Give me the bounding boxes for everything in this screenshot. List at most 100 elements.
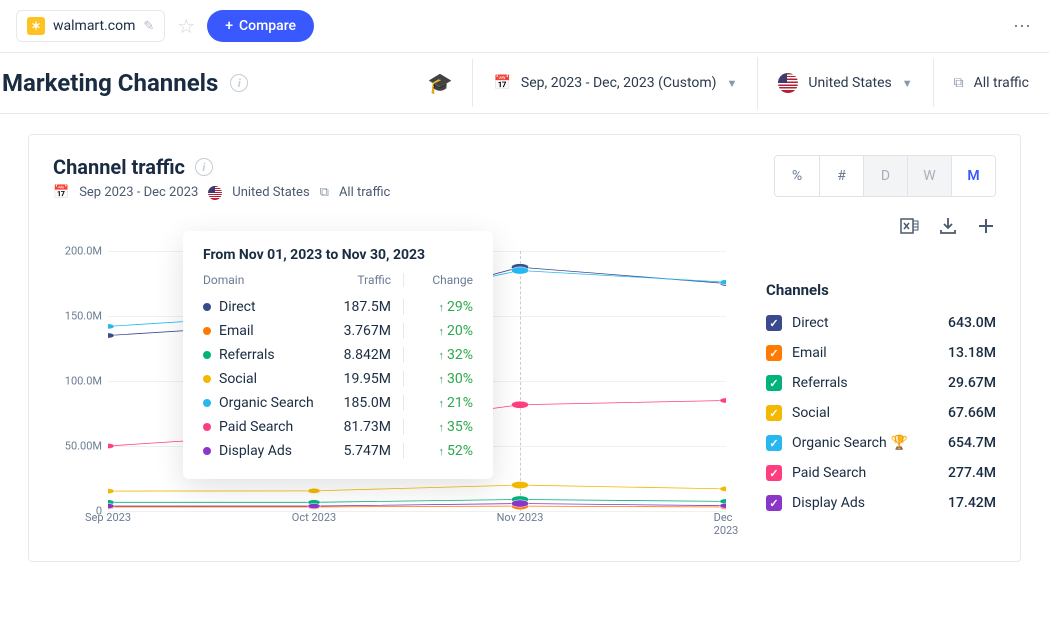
tooltip-change-value: ↑30% (403, 371, 473, 387)
y-tick-label: 100.0M (65, 375, 102, 388)
tooltip-traffic-value: 187.5M (321, 299, 391, 315)
checkbox-icon[interactable]: ✓ (766, 345, 782, 361)
tooltip-traffic-value: 185.0M (321, 395, 391, 411)
chevron-down-icon: ▼ (902, 77, 913, 90)
legend-value: 13.18M (948, 345, 996, 361)
page-title-text: Marketing Channels (2, 69, 218, 97)
legend-label: Email (792, 345, 827, 361)
more-icon[interactable]: ⋯ (1013, 16, 1033, 37)
tooltip-row: Direct 187.5M ↑29% (203, 295, 473, 319)
tooltip-change-value: ↑35% (403, 419, 473, 435)
us-flag-icon (208, 186, 222, 200)
y-tick-label: 50.00M (65, 440, 102, 453)
plus-icon[interactable] (976, 216, 996, 241)
series-dot-icon (203, 303, 211, 311)
tooltip-row: Display Ads 5.747M ↑52% (203, 439, 473, 463)
tooltip-row: Email 3.767M ↑20% (203, 319, 473, 343)
checkbox-icon[interactable]: ✓ (766, 435, 782, 451)
compare-button[interactable]: + Compare (207, 10, 314, 42)
legend: Channels ✓ Direct 643.0M ✓ Email 13.18M … (766, 251, 996, 541)
series-dot-icon (203, 447, 211, 455)
arrow-up-icon: ↑ (439, 349, 445, 362)
checkbox-icon[interactable]: ✓ (766, 405, 782, 421)
tooltip-traffic-value: 5.747M (321, 443, 391, 459)
series-dot-icon (203, 327, 211, 335)
legend-value: 277.4M (948, 465, 996, 481)
tooltip-row: Referrals 8.842M ↑32% (203, 343, 473, 367)
checkbox-icon[interactable]: ✓ (766, 315, 782, 331)
legend-label: Organic Search (792, 435, 887, 451)
arrow-up-icon: ↑ (439, 397, 445, 410)
info-icon[interactable]: i (230, 74, 248, 92)
toggle-day[interactable]: D (863, 156, 907, 196)
compare-label: Compare (239, 18, 296, 34)
sub-date: Sep 2023 - Dec 2023 (79, 185, 198, 200)
devices-icon: ⧉ (320, 185, 329, 200)
devices-icon: ⧉ (954, 75, 964, 91)
traffic-filter[interactable]: ⧉ All traffic (933, 59, 1049, 107)
toggle-number[interactable]: # (819, 156, 863, 196)
info-icon[interactable]: i (195, 158, 213, 176)
chart-tooltip: From Nov 01, 2023 to Nov 30, 2023 Domain… (183, 231, 493, 479)
country-filter[interactable]: United States ▼ (757, 57, 932, 109)
header-row: Marketing Channels i 🎓 📅 Sep, 2023 - Dec… (0, 52, 1049, 114)
checkbox-icon[interactable]: ✓ (766, 495, 782, 511)
tooltip-col-domain: Domain (203, 273, 321, 287)
tooltip-change-value: ↑32% (403, 347, 473, 363)
legend-item[interactable]: ✓ Email 13.18M (766, 345, 996, 361)
excel-icon[interactable] (900, 216, 920, 241)
line-chart[interactable]: 050.00M100.0M150.0M200.0M Sep 2023Oct 20… (53, 251, 726, 541)
country-text: United States (808, 75, 891, 91)
legend-item[interactable]: ✓ Paid Search 277.4M (766, 465, 996, 481)
calendar-icon: 📅 (53, 185, 69, 200)
legend-item[interactable]: ✓ Social 67.66M (766, 405, 996, 421)
toggle-month[interactable]: M (951, 156, 995, 196)
tooltip-row: Organic Search 185.0M ↑21% (203, 391, 473, 415)
star-icon[interactable]: ☆ (177, 14, 195, 38)
legend-value: 654.7M (948, 435, 996, 451)
sub-traffic: All traffic (339, 185, 390, 200)
checkbox-icon[interactable]: ✓ (766, 375, 782, 391)
education-icon[interactable]: 🎓 (408, 71, 473, 95)
tooltip-change-value: ↑52% (403, 443, 473, 459)
series-dot-icon (203, 375, 211, 383)
arrow-up-icon: ↑ (439, 445, 445, 458)
legend-item[interactable]: ✓ Organic Search 🏆 654.7M (766, 435, 996, 451)
arrow-up-icon: ↑ (439, 325, 445, 338)
chevron-down-icon: ▼ (727, 77, 738, 90)
tooltip-title: From Nov 01, 2023 to Nov 30, 2023 (203, 247, 473, 263)
legend-label: Paid Search (792, 465, 866, 481)
view-toggle-group: % # D W M (774, 155, 996, 197)
series-dot-icon (203, 399, 211, 407)
site-selector[interactable]: ✶ walmart.com ✎ (16, 10, 165, 42)
date-range-filter[interactable]: 📅 Sep, 2023 - Dec, 2023 (Custom) ▼ (472, 59, 757, 107)
card-subfilters: 📅 Sep 2023 - Dec 2023 United States ⧉ Al… (53, 185, 390, 200)
tooltip-col-traffic: Traffic (321, 273, 391, 287)
tooltip-row: Social 19.95M ↑30% (203, 367, 473, 391)
channel-traffic-card: Channel traffic i 📅 Sep 2023 - Dec 2023 … (28, 134, 1021, 562)
legend-item[interactable]: ✓ Direct 643.0M (766, 315, 996, 331)
legend-label: Social (792, 405, 830, 421)
legend-item[interactable]: ✓ Referrals 29.67M (766, 375, 996, 391)
legend-item[interactable]: ✓ Display Ads 17.42M (766, 495, 996, 511)
toggle-week[interactable]: W (907, 156, 951, 196)
toggle-percent[interactable]: % (775, 156, 819, 196)
legend-title: Channels (766, 281, 996, 299)
pencil-icon[interactable]: ✎ (143, 19, 154, 34)
traffic-filter-text: All traffic (974, 75, 1029, 91)
tooltip-change-value: ↑20% (403, 323, 473, 339)
tooltip-change-value: ↑21% (403, 395, 473, 411)
checkbox-icon[interactable]: ✓ (766, 465, 782, 481)
x-tick-label: Dec 2023 (714, 511, 739, 537)
tooltip-col-change: Change (403, 273, 473, 287)
y-tick-label: 200.0M (65, 245, 102, 258)
download-icon[interactable] (938, 216, 958, 241)
legend-label: Referrals (792, 375, 848, 391)
tooltip-series-name: Referrals (219, 347, 275, 363)
arrow-up-icon: ↑ (439, 373, 445, 386)
legend-value: 29.67M (948, 375, 996, 391)
tooltip-traffic-value: 3.767M (321, 323, 391, 339)
arrow-up-icon: ↑ (439, 421, 445, 434)
card-title: Channel traffic i (53, 155, 390, 179)
series-dot-icon (203, 351, 211, 359)
